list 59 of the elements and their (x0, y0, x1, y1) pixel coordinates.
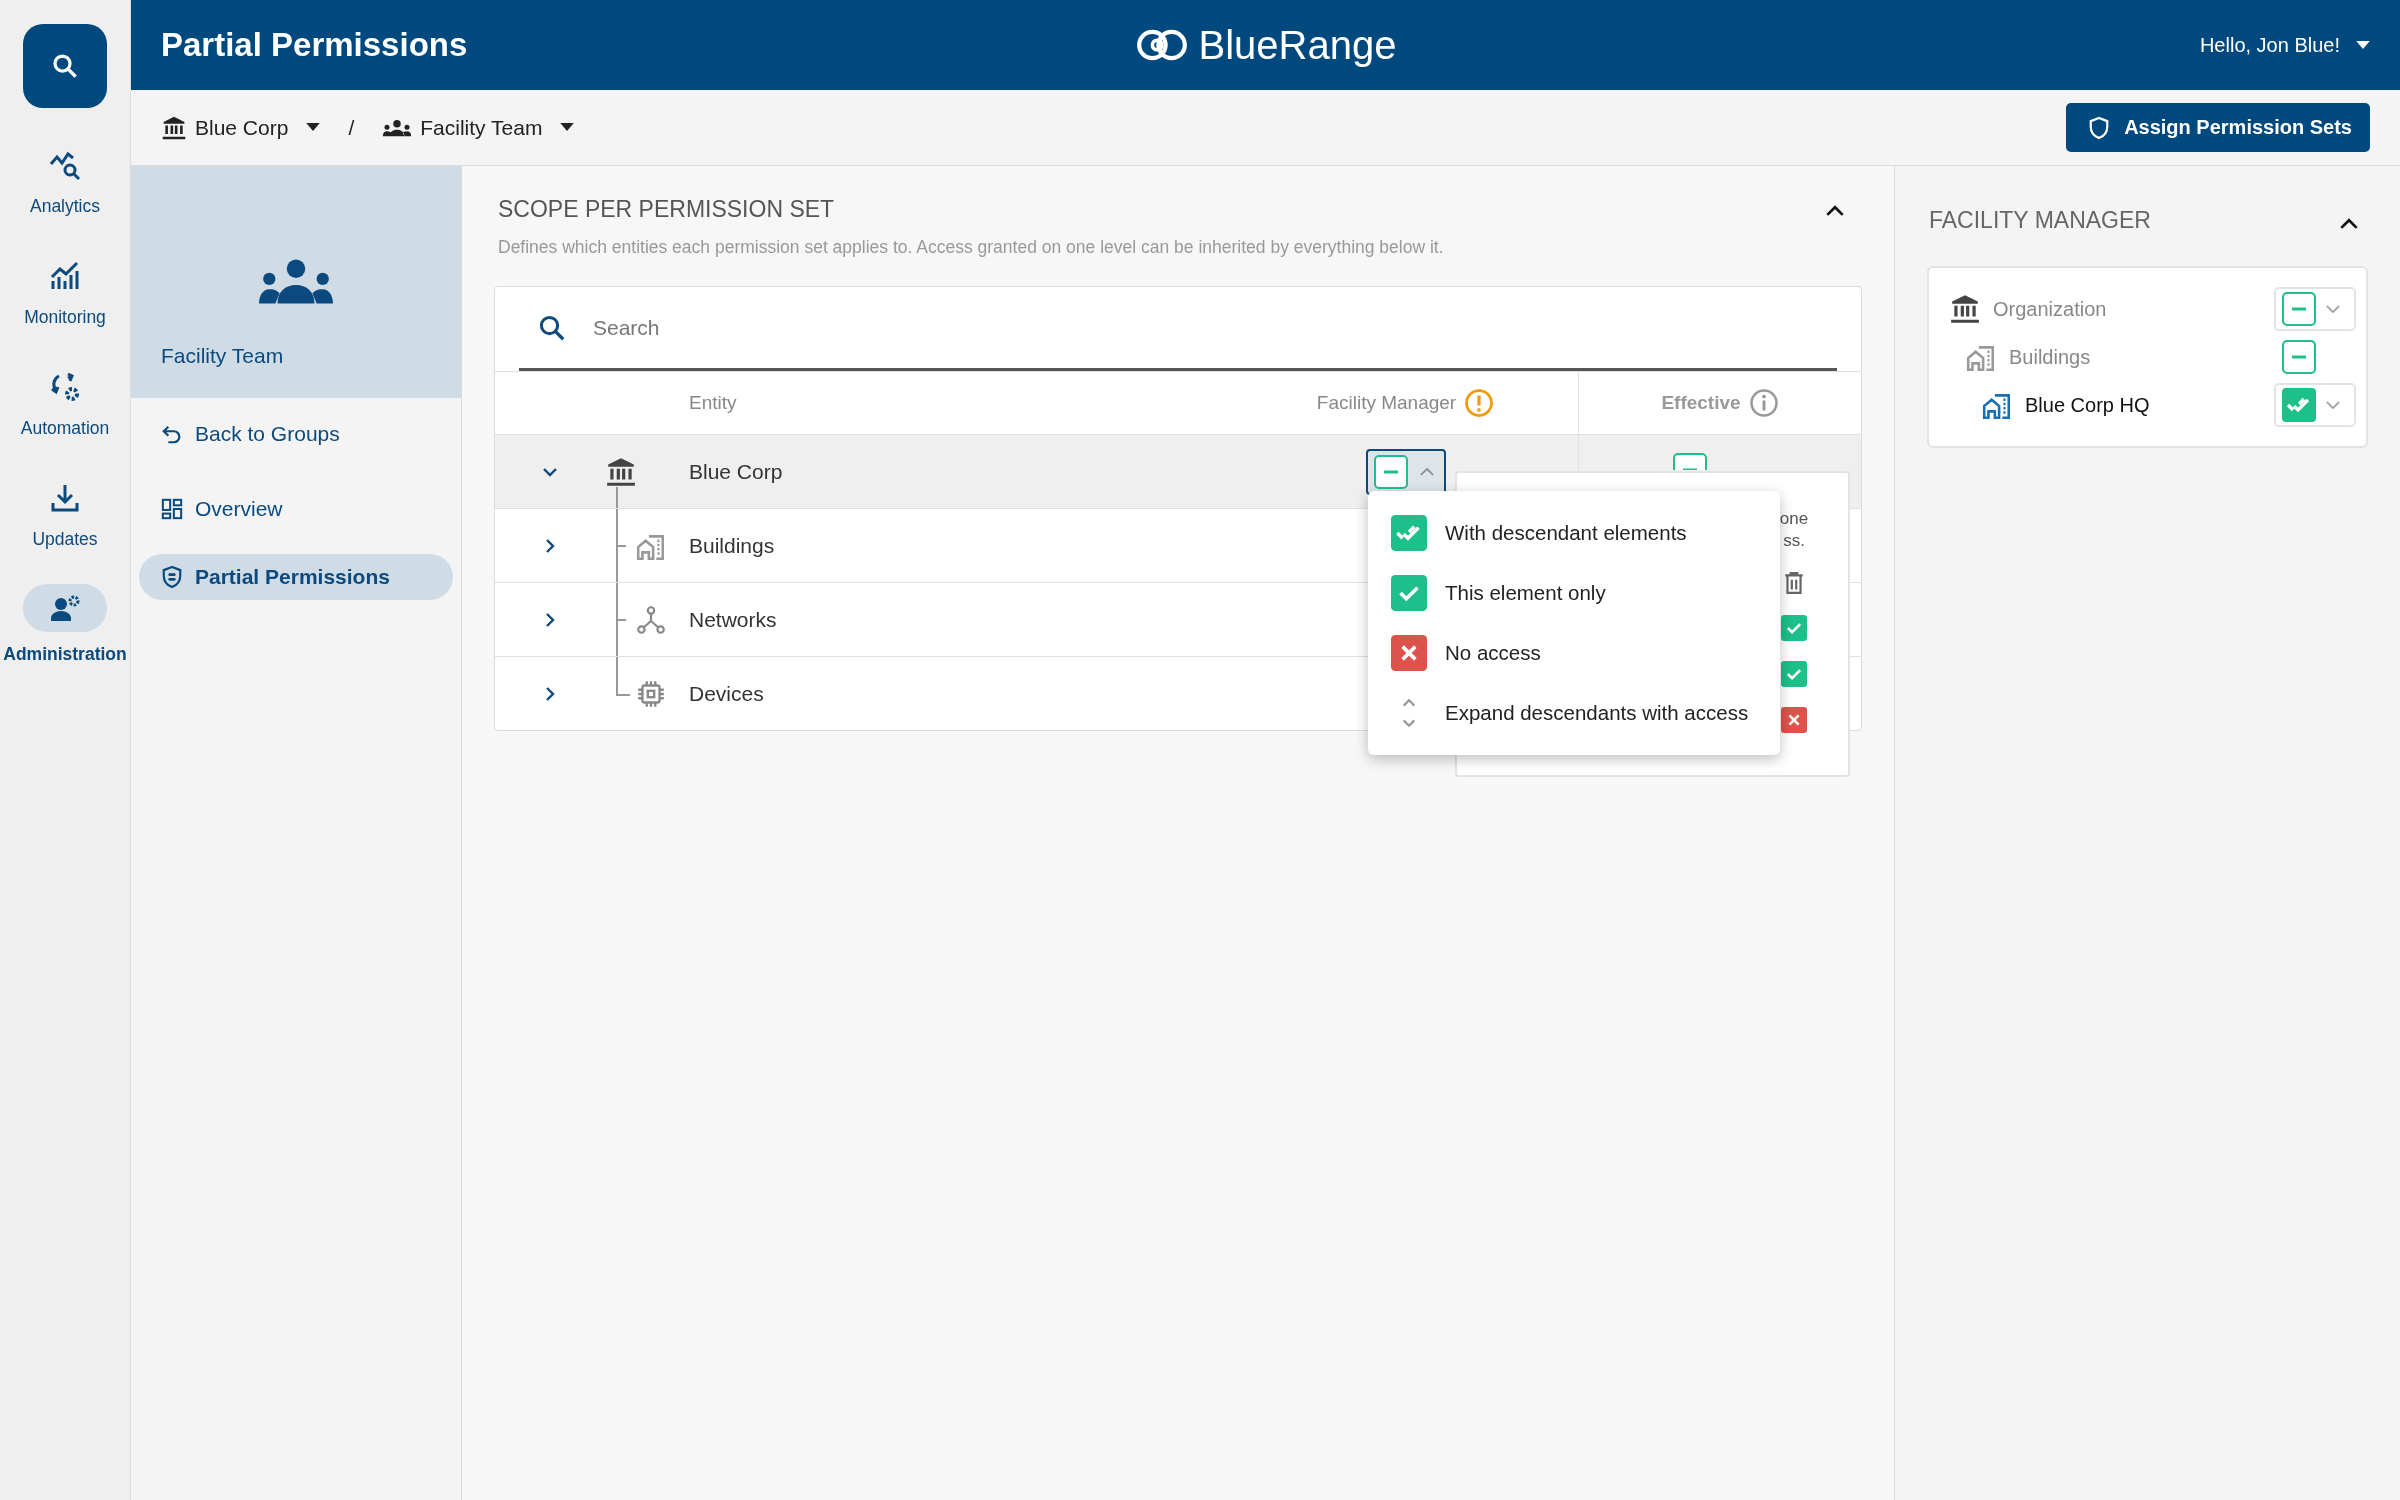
entity-name: Devices (689, 681, 765, 706)
column-header: Effective (1661, 392, 1741, 414)
nav-item[interactable]: Monitoring (0, 259, 131, 328)
access-dropdown[interactable] (1365, 448, 1446, 495)
sidebar-item[interactable]: Back to Groups (139, 398, 453, 469)
breadcrumb-item[interactable]: Facility Team (382, 115, 575, 140)
info-icon (1748, 388, 1779, 418)
section-title: SCOPE PER PERMISSION SET (498, 196, 836, 223)
bank-icon (1949, 293, 1981, 325)
bank-icon (161, 114, 187, 141)
sidebar-item[interactable]: Overview (139, 473, 453, 544)
dashboard-icon (161, 497, 183, 520)
shield-icon (2088, 115, 2111, 140)
caret-icon (306, 123, 321, 132)
entity-name: Blue Corp HQ (2025, 393, 2150, 417)
warning-icon (1464, 388, 1495, 418)
breadcrumb-item[interactable]: Blue Corp (161, 114, 321, 141)
search-field[interactable]: Search (591, 314, 1837, 341)
search-button[interactable] (23, 24, 107, 108)
logo-icon (1134, 27, 1189, 63)
collapse-button[interactable] (2340, 216, 2358, 232)
popover-text: one (1779, 509, 1809, 529)
nav-item[interactable]: Analytics (0, 148, 131, 217)
page-title: Partial Permissions (161, 26, 469, 64)
logo-text: BlueRange (1198, 22, 1397, 68)
group-name: Facility Team (161, 344, 285, 368)
entity-name: Blue Corp (689, 459, 784, 484)
entity-name: Buildings (689, 533, 776, 558)
group-icon (382, 117, 413, 138)
column-header: Entity (689, 392, 738, 414)
user-gear-icon (23, 584, 107, 632)
bank-icon (605, 455, 637, 488)
column-header: Facility Manager (1316, 392, 1457, 414)
shield-icon (161, 565, 183, 589)
chevron-up-icon (1419, 467, 1434, 476)
chevron-up-icon (1826, 205, 1844, 216)
collapse-button[interactable] (1826, 204, 1844, 219)
caret-icon (560, 123, 575, 132)
entity-name: Networks (689, 607, 778, 632)
network-icon (635, 603, 667, 636)
search-icon (50, 51, 80, 81)
chevron-down-icon (2326, 400, 2340, 410)
chevron-down-icon (2326, 304, 2340, 314)
nav-item[interactable]: Administration (0, 584, 131, 665)
popover-text: ss. (1783, 531, 1805, 551)
trash-icon[interactable] (1783, 571, 1805, 595)
breadcrumb-separator: / (348, 115, 355, 140)
entity-name: Buildings (2009, 345, 2091, 369)
section-description: Defines which entities each permission set applies to. Access granted on one level can be inherited by everything below it. (498, 237, 1444, 258)
nav-item[interactable]: Updates (0, 481, 131, 550)
caret-icon (2356, 40, 2370, 50)
assign-permission-sets-button[interactable]: Assign Permission Sets (2066, 103, 2370, 152)
entity-name: Organization (1993, 297, 2107, 321)
user-menu[interactable]: Hello, Jon Blue! (2199, 33, 2370, 57)
chevron-up-icon (2340, 217, 2358, 229)
sidebar-item[interactable]: Partial Permissions (139, 554, 453, 600)
panel-title: FACILITY MANAGER (1929, 206, 2151, 234)
nav-item[interactable]: Automation (0, 370, 131, 439)
group-icon (259, 258, 333, 304)
